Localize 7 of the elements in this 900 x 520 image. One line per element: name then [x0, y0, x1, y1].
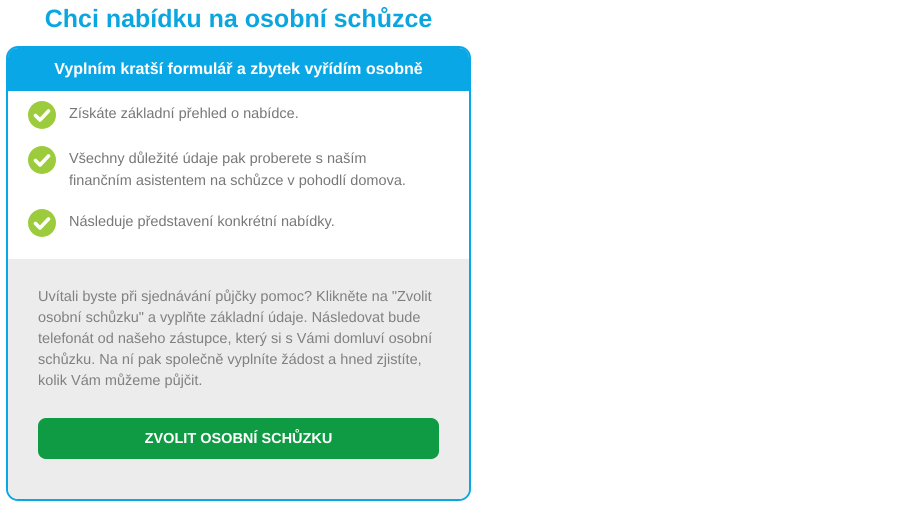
page-title: Chci nabídku na osobní schůzce [44, 4, 434, 34]
choose-meeting-button[interactable]: ZVOLIT OSOBNÍ SCHŮZKU [38, 418, 439, 459]
benefit-text: Všechny důležité údaje pak proberete s naším finančním asistentem na schůzce v pohodlí domova. [69, 150, 407, 191]
benefit-text: Následuje představení konkrétní nabídky. [69, 213, 335, 232]
description-text: Uvítali byste při sjednávání půjčky pomoc? Klikněte na "Zvolit osobní schůzku" a vyplňte základní údaje. Následovat bude telefonát od našeho zástupce, který si s Vámi domluví osobní schůzku. Na ní pak společně vyplníte žádost a hned zjistíte, kolik Vám můžeme půjčit. [38, 288, 434, 391]
card-header: Vyplním kratší formulář a zbytek vyřídím osobně [8, 48, 469, 91]
benefit-text: Získáte základní přehled o nabídce. [69, 105, 299, 124]
